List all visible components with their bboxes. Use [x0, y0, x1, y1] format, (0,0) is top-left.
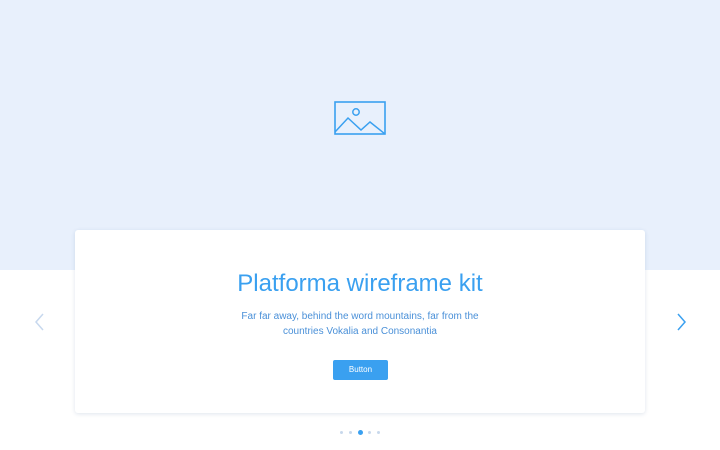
- chevron-left-icon[interactable]: [33, 312, 47, 332]
- slide-title: Platforma wireframe kit: [237, 270, 483, 292]
- pagination-dots: [340, 428, 380, 436]
- pagination-dot[interactable]: [368, 430, 372, 434]
- slide-description: Far far away, behind the word mountains,…: [241, 311, 479, 337]
- pagination-dot[interactable]: [377, 430, 380, 434]
- pagination-dot-active[interactable]: [357, 429, 363, 435]
- pagination-dot[interactable]: [340, 430, 343, 434]
- chevron-right-icon[interactable]: [674, 312, 688, 332]
- pagination-dot[interactable]: [348, 430, 352, 434]
- image-placeholder-icon: [334, 101, 386, 135]
- slide-card: Platforma wireframe kit Far far away, be…: [75, 230, 645, 413]
- slide-button[interactable]: Button: [333, 360, 388, 380]
